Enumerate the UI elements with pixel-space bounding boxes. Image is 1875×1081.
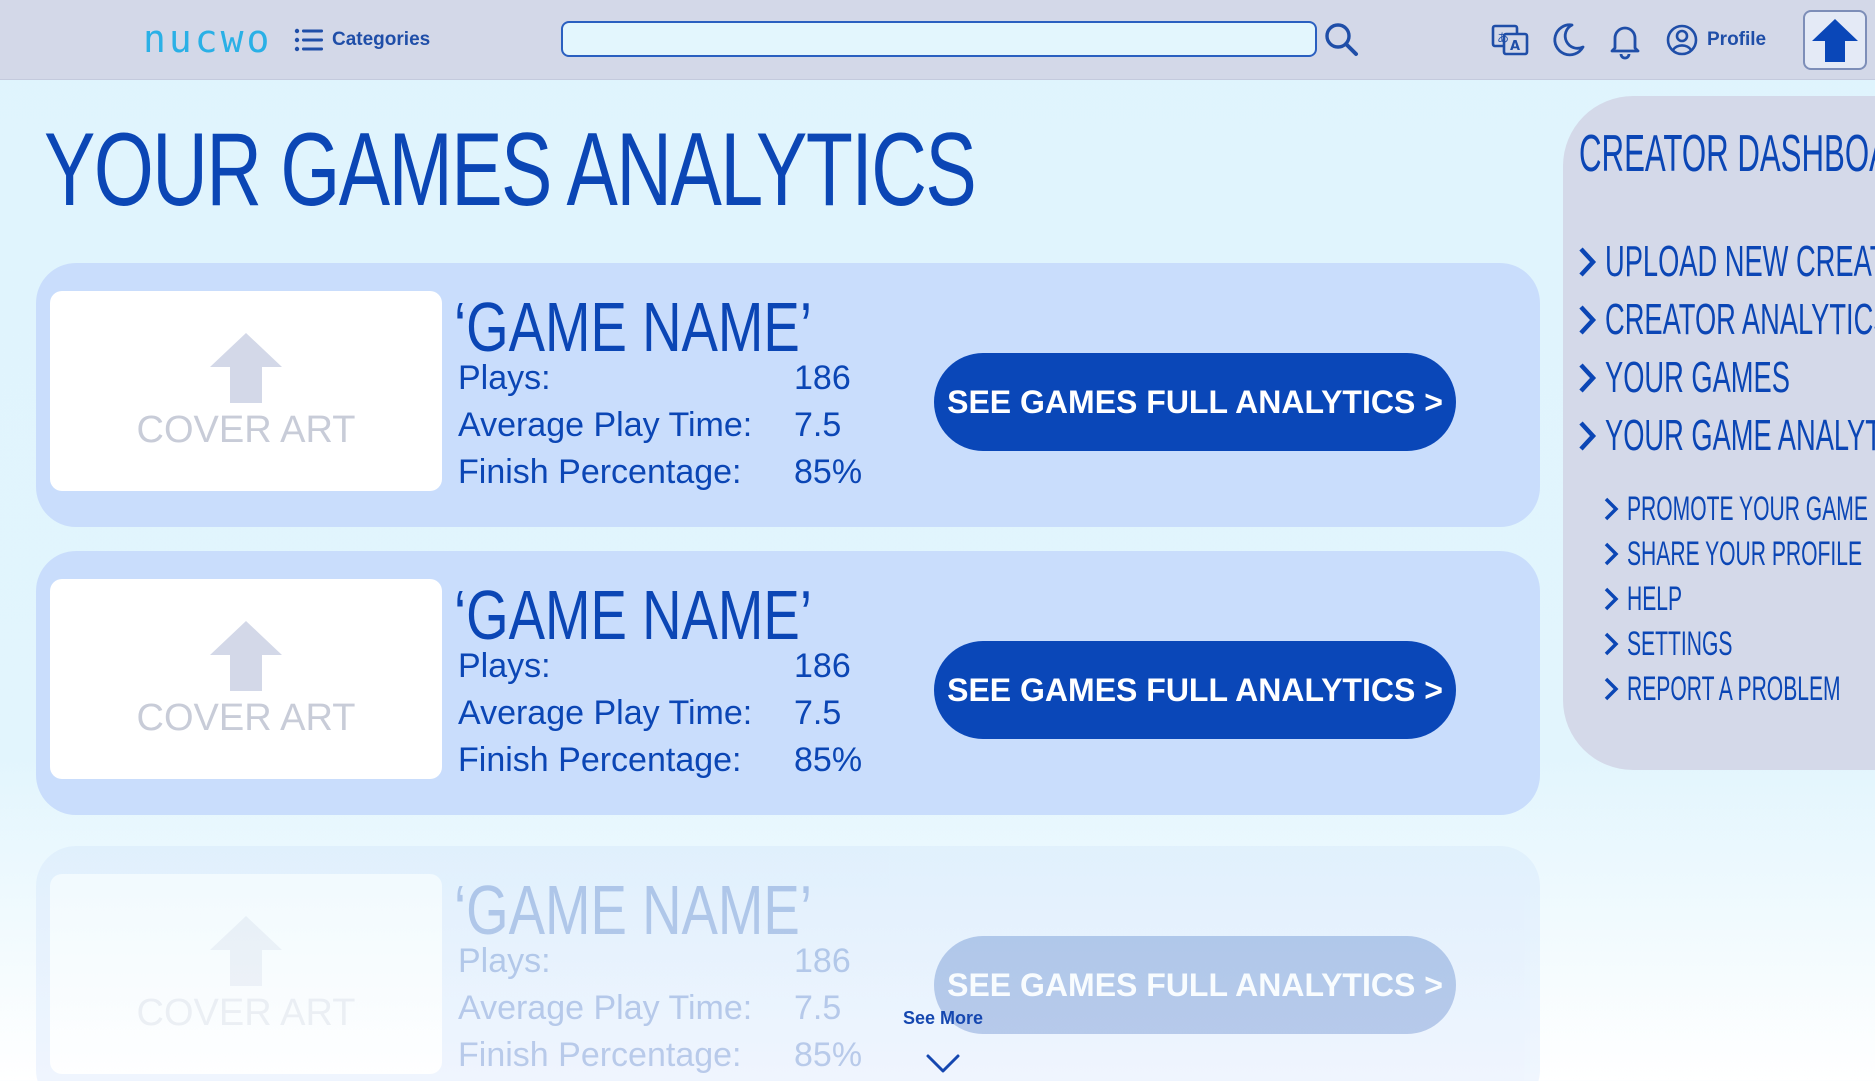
stat-label: Plays: bbox=[458, 358, 551, 397]
cover-art-label: COVER ART bbox=[136, 696, 356, 739]
stat-row-finish-percentage: Finish Percentage: 85% bbox=[458, 449, 914, 495]
chevron-right-icon bbox=[1604, 542, 1619, 566]
stat-value: 186 bbox=[794, 358, 851, 397]
stat-value: 7.5 bbox=[794, 405, 842, 444]
dashboard-item-report-a-problem[interactable]: REPORT A PROBLEM bbox=[1603, 669, 1875, 709]
stat-row-finish-percentage: Finish Percentage: 85% bbox=[458, 737, 914, 783]
stat-row-average-play-time: Average Play Time: 7.5 bbox=[458, 985, 914, 1031]
upload-arrow-icon bbox=[210, 915, 282, 986]
cover-art-upload[interactable]: COVER ART bbox=[50, 874, 442, 1074]
categories-button[interactable]: Categories bbox=[294, 22, 430, 58]
dashboard-item-label: YOUR GAME ANALYTICS bbox=[1605, 411, 1875, 460]
top-bar: nucwo Categories あ A Profile bbox=[0, 0, 1875, 80]
dashboard-item-your-game-analytics[interactable]: YOUR GAME ANALYTICS bbox=[1577, 410, 1875, 462]
stat-label: Finish Percentage: bbox=[458, 740, 742, 779]
game-card: COVER ART ‘GAME NAME’ Plays: 186 Average… bbox=[36, 551, 1540, 815]
dashboard-item-label: HELP bbox=[1627, 579, 1683, 618]
stat-label: Average Play Time: bbox=[458, 693, 753, 732]
dashboard-item-label: SHARE YOUR PROFILE bbox=[1627, 534, 1863, 573]
stat-row-average-play-time: Average Play Time: 7.5 bbox=[458, 690, 914, 736]
stat-row-plays: Plays: 186 bbox=[458, 643, 914, 689]
dashboard-item-label: PROMOTE YOUR GAME bbox=[1627, 489, 1868, 528]
stat-row-average-play-time: Average Play Time: 7.5 bbox=[458, 402, 914, 448]
dashboard-item-share-your-profile[interactable]: SHARE YOUR PROFILE bbox=[1603, 534, 1875, 574]
dashboard-item-promote-your-game[interactable]: PROMOTE YOUR GAME bbox=[1603, 489, 1875, 529]
stat-row-plays: Plays: 186 bbox=[458, 938, 914, 984]
user-circle-icon bbox=[1666, 24, 1698, 56]
page-title: YOUR GAMES ANALYTICS bbox=[44, 112, 977, 228]
stat-value: 85% bbox=[794, 452, 863, 491]
upload-arrow-icon bbox=[210, 332, 282, 403]
cover-art-label: COVER ART bbox=[136, 991, 356, 1034]
dashboard-item-upload-new-creation[interactable]: UPLOAD NEW CREATION bbox=[1577, 236, 1875, 288]
logo[interactable]: nucwo bbox=[143, 17, 272, 61]
dashboard-item-label: YOUR GAMES bbox=[1605, 353, 1790, 402]
dashboard-item-label: UPLOAD NEW CREATION bbox=[1605, 237, 1875, 286]
cover-art-upload[interactable]: COVER ART bbox=[50, 291, 442, 491]
stat-value: 7.5 bbox=[794, 693, 842, 732]
game-card: COVER ART ‘GAME NAME’ Plays: 186 Average… bbox=[36, 263, 1540, 527]
chevron-right-icon bbox=[1579, 421, 1597, 451]
chevron-right-icon bbox=[1604, 587, 1619, 611]
list-icon bbox=[294, 28, 323, 52]
search-icon[interactable] bbox=[1322, 20, 1360, 58]
moon-icon[interactable] bbox=[1548, 20, 1588, 60]
chevron-right-icon bbox=[1579, 363, 1597, 393]
bell-icon[interactable] bbox=[1605, 20, 1645, 60]
svg-text:あ: あ bbox=[1497, 31, 1509, 45]
dashboard-item-creator-analytics[interactable]: CREATOR ANALYTICS bbox=[1577, 294, 1875, 346]
search-input[interactable] bbox=[561, 21, 1317, 57]
chevron-right-icon bbox=[1604, 632, 1619, 656]
stat-label: Average Play Time: bbox=[458, 405, 753, 444]
game-name: ‘GAME NAME’ bbox=[454, 576, 812, 654]
chevron-right-icon bbox=[1604, 497, 1619, 521]
see-full-analytics-button[interactable]: SEE GAMES FULL ANALYTICS > bbox=[934, 641, 1456, 739]
stat-value: 186 bbox=[794, 646, 851, 685]
dashboard-item-settings[interactable]: SETTINGS bbox=[1603, 624, 1797, 664]
see-more-link[interactable]: See More bbox=[868, 1008, 1018, 1029]
stat-row-finish-percentage: Finish Percentage: 85% bbox=[458, 1032, 914, 1078]
upload-arrow-icon bbox=[1812, 19, 1858, 62]
dashboard-item-label: SETTINGS bbox=[1627, 624, 1733, 663]
dashboard-item-help[interactable]: HELP bbox=[1603, 579, 1716, 619]
stat-label: Finish Percentage: bbox=[458, 1035, 742, 1074]
stat-value: 85% bbox=[794, 740, 863, 779]
svg-text:A: A bbox=[1510, 39, 1520, 54]
stat-label: Finish Percentage: bbox=[458, 452, 742, 491]
stat-value: 186 bbox=[794, 941, 851, 980]
cover-art-label: COVER ART bbox=[136, 408, 356, 451]
categories-label: Categories bbox=[332, 29, 431, 50]
dashboard-title: CREATOR DASHBOARD bbox=[1579, 125, 1875, 183]
game-name: ‘GAME NAME’ bbox=[454, 871, 812, 949]
upload-arrow-icon bbox=[210, 620, 282, 691]
dashboard-item-label: CREATOR ANALYTICS bbox=[1605, 295, 1875, 344]
see-full-analytics-button[interactable]: SEE GAMES FULL ANALYTICS > bbox=[934, 353, 1456, 451]
chevron-right-icon bbox=[1604, 677, 1619, 701]
chevron-right-icon bbox=[1579, 247, 1597, 277]
game-card: COVER ART ‘GAME NAME’ Plays: 186 Average… bbox=[36, 846, 1540, 1081]
cover-art-upload[interactable]: COVER ART bbox=[50, 579, 442, 779]
chevron-down-icon[interactable] bbox=[925, 1050, 961, 1076]
stat-label: Plays: bbox=[458, 941, 551, 980]
stat-row-plays: Plays: 186 bbox=[458, 355, 914, 401]
chevron-right-icon bbox=[1579, 305, 1597, 335]
dashboard-item-label: REPORT A PROBLEM bbox=[1627, 669, 1841, 708]
upload-button[interactable] bbox=[1803, 10, 1867, 70]
translate-icon[interactable]: あ A bbox=[1490, 20, 1530, 60]
profile-button[interactable]: Profile bbox=[1665, 20, 1766, 60]
profile-label: Profile bbox=[1707, 29, 1767, 50]
stat-label: Average Play Time: bbox=[458, 988, 753, 1027]
stat-label: Plays: bbox=[458, 646, 551, 685]
stat-value: 85% bbox=[794, 1035, 863, 1074]
creator-dashboard: CREATOR DASHBOARD UPLOAD NEW CREATION CR… bbox=[1563, 96, 1875, 770]
dashboard-item-your-games[interactable]: YOUR GAMES bbox=[1577, 352, 1875, 404]
game-name: ‘GAME NAME’ bbox=[454, 288, 812, 366]
